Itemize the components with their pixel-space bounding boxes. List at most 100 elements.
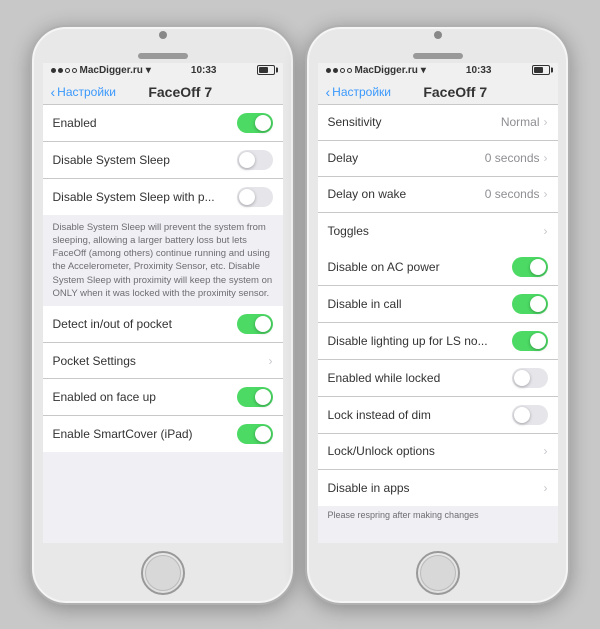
row-lock-unlock[interactable]: Lock/Unlock options › [318,434,558,470]
nav-title-1: FaceOff 7 [116,84,244,100]
toggle-disable-ac[interactable] [512,257,548,277]
label-sensitivity: Sensitivity [328,115,501,129]
nav-bar-2: ‹ Настройки FaceOff 7 [318,78,558,105]
description-text-1: Disable System Sleep will prevent the sy… [53,222,273,299]
group-2b: Disable on AC power Disable in call Disa… [318,249,558,506]
row-disable-sleep-prox: Disable System Sleep with p... [43,179,283,215]
toggle-detect-pocket[interactable] [237,314,273,334]
wifi-icon-1: ▾ [146,65,151,76]
back-chevron-1: ‹ [51,85,56,99]
dot2-2 [333,68,338,73]
value-delay: 0 seconds [485,151,540,165]
back-button-2[interactable]: ‹ Настройки [326,85,392,99]
label-detect-pocket: Detect in/out of pocket [53,317,237,331]
chevron-disable-apps: › [544,481,548,495]
label-enabled: Enabled [53,116,237,130]
toggle-disable-sleep[interactable] [237,150,273,170]
row-detect-pocket: Detect in/out of pocket [43,306,283,343]
value-delay-wake: 0 seconds [485,187,540,201]
row-disable-call: Disable in call [318,286,558,323]
home-button-1[interactable] [141,551,185,595]
status-bar-2: MacDigger.ru ▾ 10:33 [318,63,558,78]
speaker-1 [138,53,188,59]
dot2 [58,68,63,73]
home-button-inner-1 [145,555,181,591]
back-chevron-2: ‹ [326,85,331,99]
label-disable-sleep: Disable System Sleep [53,153,237,167]
toggle-knob-call [530,296,546,312]
time-2: 10:33 [466,65,492,76]
label-delay-wake: Delay on wake [328,187,485,201]
chevron-sensitivity: › [544,115,548,129]
chevron-delay: › [544,151,548,165]
toggle-disable-call[interactable] [512,294,548,314]
dot2-3 [340,68,345,73]
battery-fill-1 [259,67,269,73]
toggle-smart-cover[interactable] [237,424,273,444]
toggle-enabled[interactable] [237,113,273,133]
toggle-knob-enabled [255,115,271,131]
carrier-1: MacDigger.ru [80,65,143,76]
dot3 [65,68,70,73]
settings-list-1: Enabled Disable System Sleep Disable Sys… [43,105,283,543]
row-lock-dim: Lock instead of dim [318,397,558,434]
row-disable-sleep: Disable System Sleep [43,142,283,179]
toggle-knob-dim [514,407,530,423]
toggle-lock-dim[interactable] [512,405,548,425]
dot1 [51,68,56,73]
toggle-face-up[interactable] [237,387,273,407]
back-label-1: Настройки [57,85,116,99]
home-button-inner-2 [420,555,456,591]
dot4 [72,68,77,73]
group-2a: Sensitivity Normal › Delay 0 seconds › D… [318,105,558,249]
value-sensitivity: Normal [501,115,540,129]
label-toggles: Toggles [328,224,544,238]
back-label-2: Настройки [332,85,391,99]
row-disable-ac: Disable on AC power [318,249,558,286]
settings-list-2: Sensitivity Normal › Delay 0 seconds › D… [318,105,558,543]
status-left-2: MacDigger.ru ▾ [326,65,426,76]
battery-1 [257,65,275,75]
phone-1: MacDigger.ru ▾ 10:33 ‹ Настройки FaceOff… [30,25,295,605]
row-enabled: Enabled [43,105,283,142]
row-delay-wake[interactable]: Delay on wake 0 seconds › [318,177,558,213]
status-left-1: MacDigger.ru ▾ [51,65,151,76]
note-text-2: Please respring after making changes [318,506,558,524]
row-toggles[interactable]: Toggles › [318,213,558,249]
label-disable-lighting: Disable lighting up for LS no... [328,334,512,348]
toggle-lighting[interactable] [512,331,548,351]
camera-1 [159,31,167,39]
chevron-toggles: › [544,224,548,238]
toggle-knob-smart [255,426,271,442]
back-button-1[interactable]: ‹ Настройки [51,85,117,99]
status-right-2 [532,65,550,75]
row-smart-cover: Enable SmartCover (iPad) [43,416,283,452]
row-delay[interactable]: Delay 0 seconds › [318,141,558,177]
wifi-icon-2: ▾ [421,65,426,76]
battery-fill-2 [534,67,544,73]
group-1b: Detect in/out of pocket Pocket Settings … [43,306,283,452]
row-face-up: Enabled on face up [43,379,283,416]
label-smart-cover: Enable SmartCover (iPad) [53,427,237,441]
home-button-2[interactable] [416,551,460,595]
chevron-delay-wake: › [544,187,548,201]
row-disable-apps[interactable]: Disable in apps › [318,470,558,506]
row-sensitivity[interactable]: Sensitivity Normal › [318,105,558,141]
toggle-knob-lighting [530,333,546,349]
toggle-knob-prox [239,189,255,205]
status-right-1 [257,65,275,75]
label-enabled-locked: Enabled while locked [328,371,512,385]
nav-title-2: FaceOff 7 [391,84,519,100]
dot2-4 [347,68,352,73]
toggle-knob-ac [530,259,546,275]
toggle-enabled-locked[interactable] [512,368,548,388]
chevron-pocket: › [269,354,273,368]
toggle-knob-face-up [255,389,271,405]
phones-container: MacDigger.ru ▾ 10:33 ‹ Настройки FaceOff… [20,15,580,615]
toggle-sleep-prox[interactable] [237,187,273,207]
row-pocket-settings[interactable]: Pocket Settings › [43,343,283,379]
label-disable-apps: Disable in apps [328,481,544,495]
carrier-2: MacDigger.ru [355,65,418,76]
label-delay: Delay [328,151,485,165]
group-1a: Enabled Disable System Sleep Disable Sys… [43,105,283,215]
